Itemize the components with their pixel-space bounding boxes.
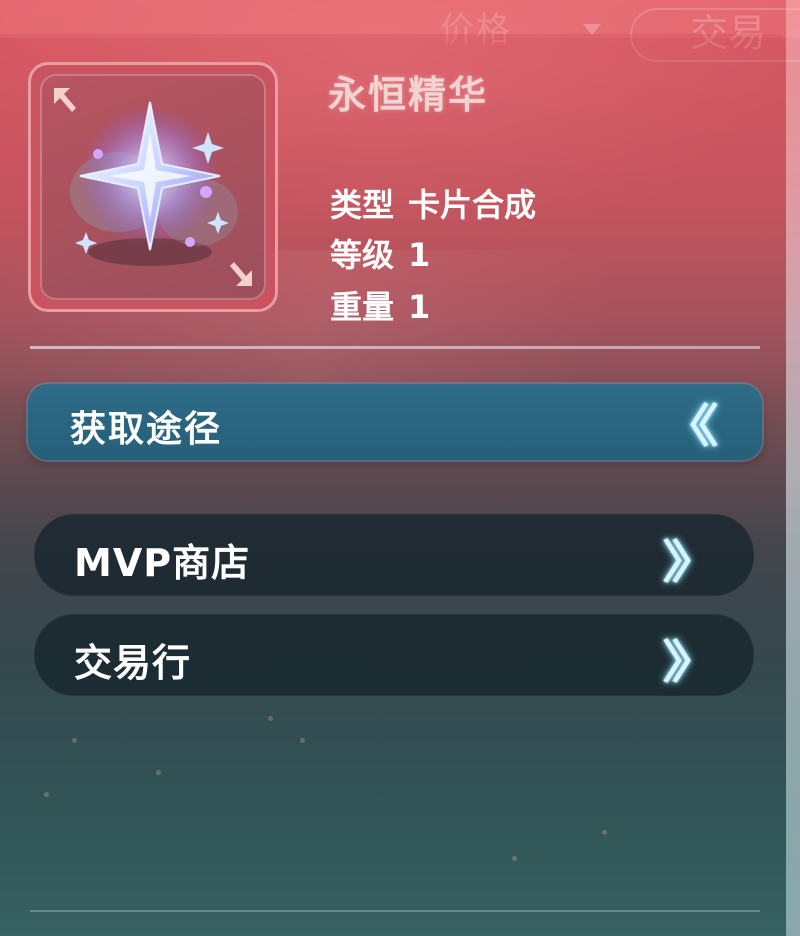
- double-chevron-left-icon: 〈〈: [664, 399, 719, 453]
- source-item-mvp-shop[interactable]: MVP商店 〉〉: [34, 514, 754, 596]
- background-speck: [268, 716, 273, 721]
- background-speck: [300, 738, 305, 743]
- item-icon-slot: [40, 74, 266, 300]
- acquisition-header-label: 获取途径: [70, 409, 223, 450]
- double-chevron-right-icon: 〉〉: [662, 635, 717, 689]
- source-item-label: MVP商店: [74, 541, 251, 585]
- background-speck: [602, 830, 607, 835]
- stat-level-value: 1: [408, 236, 431, 274]
- item-icon-frame: [28, 62, 278, 312]
- double-chevron-right-icon: 〉〉: [662, 535, 717, 589]
- stat-level: 等级 1: [330, 230, 430, 276]
- bottom-divider: [30, 910, 760, 912]
- crystal-star-icon: [70, 101, 238, 266]
- background-right-edge: [786, 0, 800, 936]
- stat-weight: 重量 1: [330, 282, 430, 328]
- stat-type: 类型 卡片合成: [330, 180, 536, 226]
- stat-level-label: 等级: [330, 236, 395, 274]
- background-speck: [156, 770, 161, 775]
- stat-weight-value: 1: [408, 288, 431, 326]
- source-item-label: 交易行: [74, 641, 192, 685]
- acquisition-header-button[interactable]: 获取途径 〈〈: [28, 384, 762, 460]
- stat-weight-label: 重量: [330, 288, 395, 326]
- item-name: 永恒精华: [328, 73, 489, 117]
- background-speck: [44, 792, 49, 797]
- divider: [30, 346, 760, 349]
- stat-type-label: 类型: [330, 186, 395, 224]
- background-speck: [72, 738, 77, 743]
- background-speck: [512, 856, 517, 861]
- source-item-trading-house[interactable]: 交易行 〉〉: [34, 614, 754, 696]
- stat-type-value: 卡片合成: [408, 186, 537, 224]
